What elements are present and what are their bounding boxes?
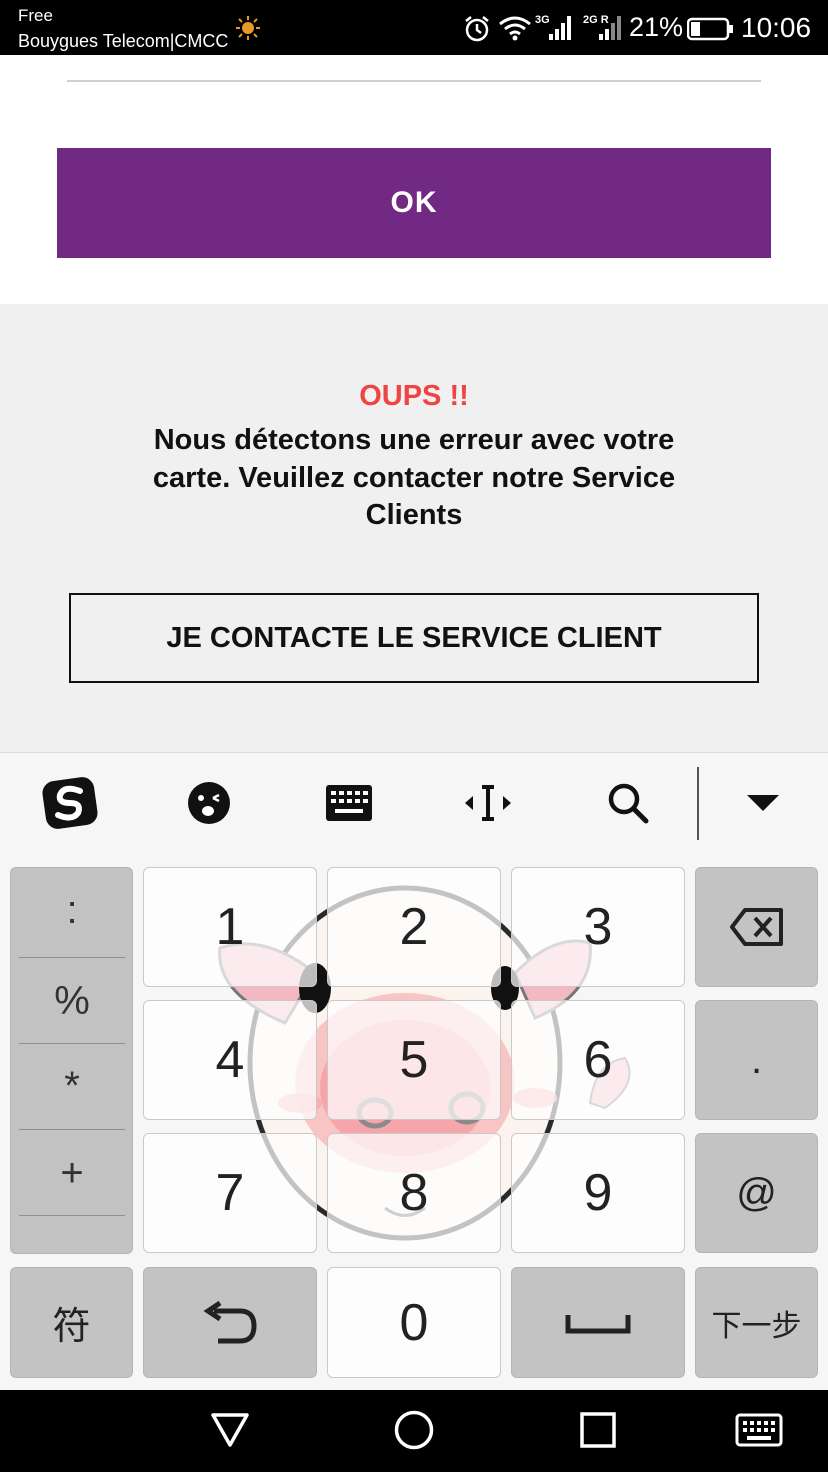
collapse-icon[interactable] (733, 775, 793, 831)
key-1[interactable]: 1 (143, 867, 317, 987)
toolbar-divider (697, 767, 699, 840)
dot-key[interactable]: . (695, 1000, 818, 1120)
carrier-name-secondary: Bouygues Telecom|CMCC (18, 31, 229, 51)
keyboard-switch-icon[interactable] (735, 1408, 783, 1452)
key-0[interactable]: 0 (327, 1267, 501, 1378)
at-key[interactable]: @ (695, 1133, 818, 1253)
return-key[interactable] (143, 1267, 317, 1378)
key-3[interactable]: 3 (511, 867, 685, 987)
battery-icon (687, 17, 733, 41)
signal-3g-icon: 3G (535, 14, 571, 40)
plus-key[interactable]: + (19, 1150, 125, 1196)
sogou-logo-icon[interactable] (40, 775, 100, 831)
cursor-icon[interactable] (458, 775, 518, 831)
back-icon[interactable] (206, 1408, 254, 1452)
error-panel: OUPS !! Nous détectons une erreur avec v… (0, 304, 828, 752)
key-2[interactable]: 2 (327, 867, 501, 987)
error-message: Nous détectons une erreur avec votre car… (152, 424, 676, 531)
key-6[interactable]: 6 (511, 1000, 685, 1120)
space-icon (565, 1314, 631, 1333)
symbol-separator (19, 1043, 125, 1044)
form-section: OK (0, 55, 828, 304)
carrier-name: Free (18, 6, 53, 25)
asterisk-key[interactable]: * (19, 1063, 125, 1109)
symbol-separator (19, 957, 125, 958)
ok-button[interactable]: OK (57, 148, 771, 258)
symbol-column: : % * + (10, 867, 133, 1254)
soft-keyboard: : % * + 1 2 3 4 5 6 7 8 9 0 . @ 符 下一步 (0, 752, 828, 1390)
symbol-separator (19, 1215, 125, 1216)
search-icon[interactable] (598, 775, 658, 831)
battery-percentage: 21% (629, 12, 684, 42)
key-5[interactable]: 5 (327, 1000, 501, 1120)
recents-icon[interactable] (574, 1408, 622, 1452)
clock: 10:06 (741, 12, 812, 43)
keyboard-icon[interactable] (319, 775, 379, 831)
signal-2g-icon: 2G R (583, 14, 621, 40)
navigation-bar (0, 1390, 828, 1472)
colon-key[interactable]: : (19, 888, 125, 932)
key-7[interactable]: 7 (143, 1133, 317, 1253)
home-icon[interactable] (390, 1408, 438, 1452)
wifi-icon (499, 16, 531, 41)
key-8[interactable]: 8 (327, 1133, 501, 1253)
symbol-separator (19, 1129, 125, 1130)
next-key[interactable]: 下一步 (695, 1267, 818, 1378)
undo-arrow-icon (203, 1300, 257, 1343)
network-3g-label: 3G (535, 14, 550, 26)
network-2g-label: 2G R (583, 14, 609, 26)
key-4[interactable]: 4 (143, 1000, 317, 1120)
status-bar: Free Bouygues Telecom|CMCC 3G 2G R 21% 1… (0, 0, 828, 55)
key-9[interactable]: 9 (511, 1133, 685, 1253)
input-underline (67, 80, 761, 82)
percent-key[interactable]: % (19, 978, 125, 1024)
alarm-icon (465, 16, 489, 42)
sun-icon (236, 16, 260, 40)
contact-service-button[interactable]: JE CONTACTE LE SERVICE CLIENT (69, 593, 759, 683)
keyboard-toolbar (0, 753, 828, 853)
symbols-key[interactable]: 符 (10, 1267, 133, 1378)
emoji-icon[interactable] (179, 775, 239, 831)
space-key[interactable] (511, 1267, 685, 1378)
error-title: OUPS !! (359, 380, 469, 412)
backspace-key[interactable] (695, 867, 818, 987)
backspace-icon (729, 908, 783, 946)
